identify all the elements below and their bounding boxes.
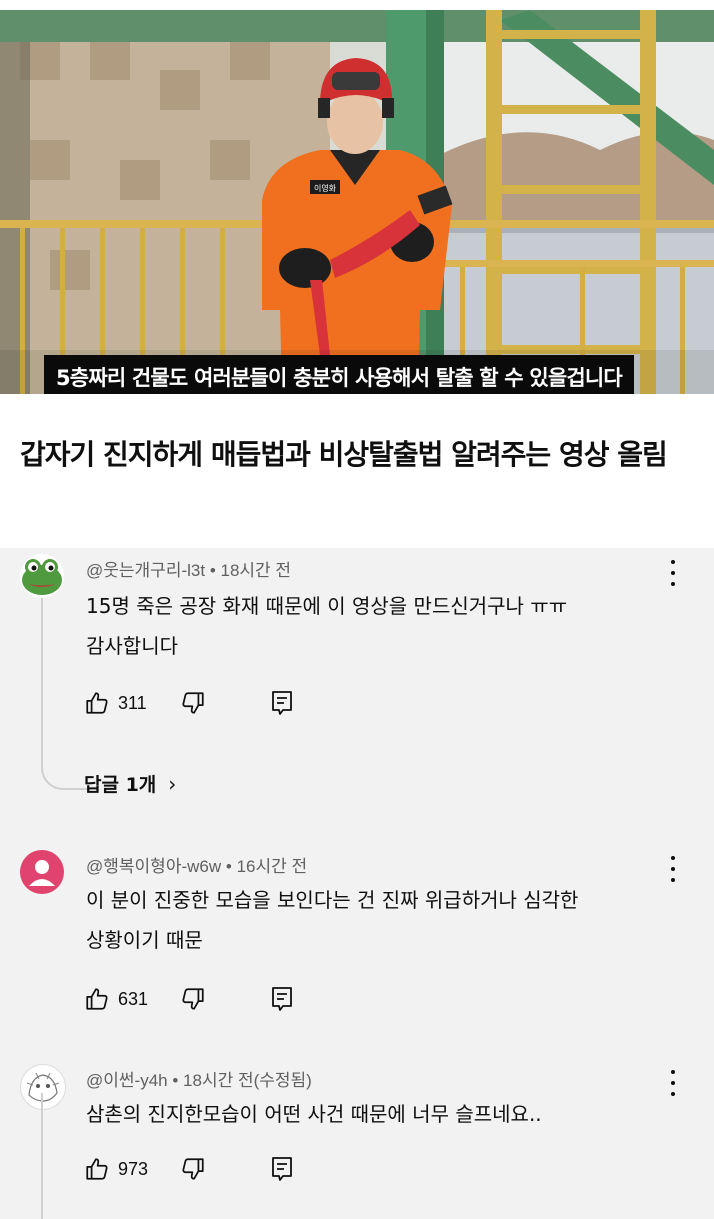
video-player[interactable]: 이영화 5층짜리 건물도 여러분들이 충분히 사용해서 탈출 할 수 있을겁니다 — [0, 10, 714, 394]
frog-avatar-icon — [22, 559, 62, 595]
chevron-right-icon: › — [168, 771, 177, 796]
thumbs-up-icon — [86, 692, 108, 714]
like-count: 631 — [118, 988, 149, 1009]
default-person-avatar[interactable] — [20, 850, 64, 894]
comments-section: @웃는개구리-l3t • 18시간 전 15명 죽은 공장 화재 때문에 이 영… — [0, 548, 714, 1219]
reply-thread-line — [41, 1093, 43, 1219]
thumbs-down-icon — [182, 692, 204, 714]
comment-author[interactable]: @이썬-y4h — [86, 1071, 168, 1090]
comment-meta: @웃는개구리-l3t • 18시간 전 — [86, 561, 292, 580]
dislike-button[interactable] — [180, 688, 206, 718]
name-tag-text: 이영화 — [314, 183, 337, 193]
frog-avatar[interactable] — [20, 554, 64, 598]
dislike-button[interactable] — [180, 1154, 206, 1184]
sketch-avatar[interactable] — [20, 1064, 66, 1110]
dislike-button[interactable] — [180, 984, 206, 1014]
comment-author[interactable]: @웃는개구리-l3t — [86, 561, 205, 580]
comment-actions: 973 — [84, 1154, 324, 1184]
thumbs-up-icon — [86, 988, 108, 1010]
comment-text: 이 분이 진중한 모습을 보인다는 건 진짜 위급하거나 심각한 상황이기 때문 — [86, 880, 666, 960]
person-avatar-icon — [29, 860, 55, 886]
sketch-avatar-icon — [26, 1072, 60, 1102]
video-subtitle: 5층짜리 건물도 여러분들이 충분히 사용해서 탈출 할 수 있을겁니다 — [44, 355, 634, 394]
reply-comment-icon — [272, 691, 292, 715]
more-options-button[interactable] — [664, 1070, 682, 1096]
replies-label: 답글 1개 — [84, 774, 157, 796]
comment-text-line: 15명 죽은 공장 화재 때문에 이 영상을 만드신거구나 ㅠㅠ — [86, 594, 568, 618]
like-button[interactable]: 631 — [84, 984, 148, 1014]
post-title: 갑자기 진지하게 매듭법과 비상탈출법 알려주는 영상 올림 — [20, 438, 668, 471]
reply-button[interactable] — [270, 688, 294, 718]
reply-button[interactable] — [270, 1154, 294, 1184]
comment-text-line: 이 분이 진중한 모습을 보인다는 건 진짜 위급하거나 심각한 — [86, 888, 579, 912]
like-button[interactable]: 311 — [84, 688, 147, 718]
comment-text-line: 상황이기 때문 — [86, 928, 203, 952]
like-count: 973 — [118, 1158, 149, 1179]
comment-text-line: 감사합니다 — [86, 634, 178, 658]
reply-comment-icon — [272, 1157, 292, 1181]
reply-comment-icon — [272, 987, 292, 1011]
thumbs-down-icon — [182, 988, 204, 1010]
thumbs-down-icon — [182, 1158, 204, 1180]
comment-text: 삼촌의 진지한모습이 어떤 사건 때문에 너무 슬프네요.. — [86, 1094, 666, 1134]
comment-text: 15명 죽은 공장 화재 때문에 이 영상을 만드신거구나 ㅠㅠ 감사합니다 — [86, 586, 666, 666]
comment-author[interactable]: @행복이형아-w6w — [86, 857, 221, 876]
comment-time: 18시간 전(수정됨) — [183, 1071, 312, 1090]
comment-text-line: 삼촌의 진지한모습이 어떤 사건 때문에 너무 슬프네요.. — [86, 1102, 542, 1126]
comment-actions: 631 — [84, 984, 324, 1014]
comment-item: @행복이형아-w6w • 16시간 전 이 분이 진중한 모습을 보인다는 건 … — [0, 844, 714, 1054]
comment-item: @이썬-y4h • 18시간 전(수정됨) 삼촌의 진지한모습이 어떤 사건 때… — [0, 1058, 714, 1219]
comment-time: 16시간 전 — [236, 857, 308, 876]
more-options-button[interactable] — [664, 856, 682, 882]
comment-item: @웃는개구리-l3t • 18시간 전 15명 죽은 공장 화재 때문에 이 영… — [0, 548, 714, 848]
comment-actions: 311 — [84, 688, 324, 718]
reply-button[interactable] — [270, 984, 294, 1014]
video-frame-illustration: 이영화 — [0, 10, 714, 394]
like-button[interactable]: 973 — [84, 1154, 148, 1184]
comment-meta: @행복이형아-w6w • 16시간 전 — [86, 857, 308, 876]
view-replies-button[interactable]: 답글 1개 › — [84, 770, 176, 797]
comment-meta: @이썬-y4h • 18시간 전(수정됨) — [86, 1071, 312, 1090]
like-count: 311 — [118, 692, 147, 713]
comment-time: 18시간 전 — [220, 561, 292, 580]
thumbs-up-icon — [86, 1158, 108, 1180]
more-options-button[interactable] — [664, 560, 682, 586]
